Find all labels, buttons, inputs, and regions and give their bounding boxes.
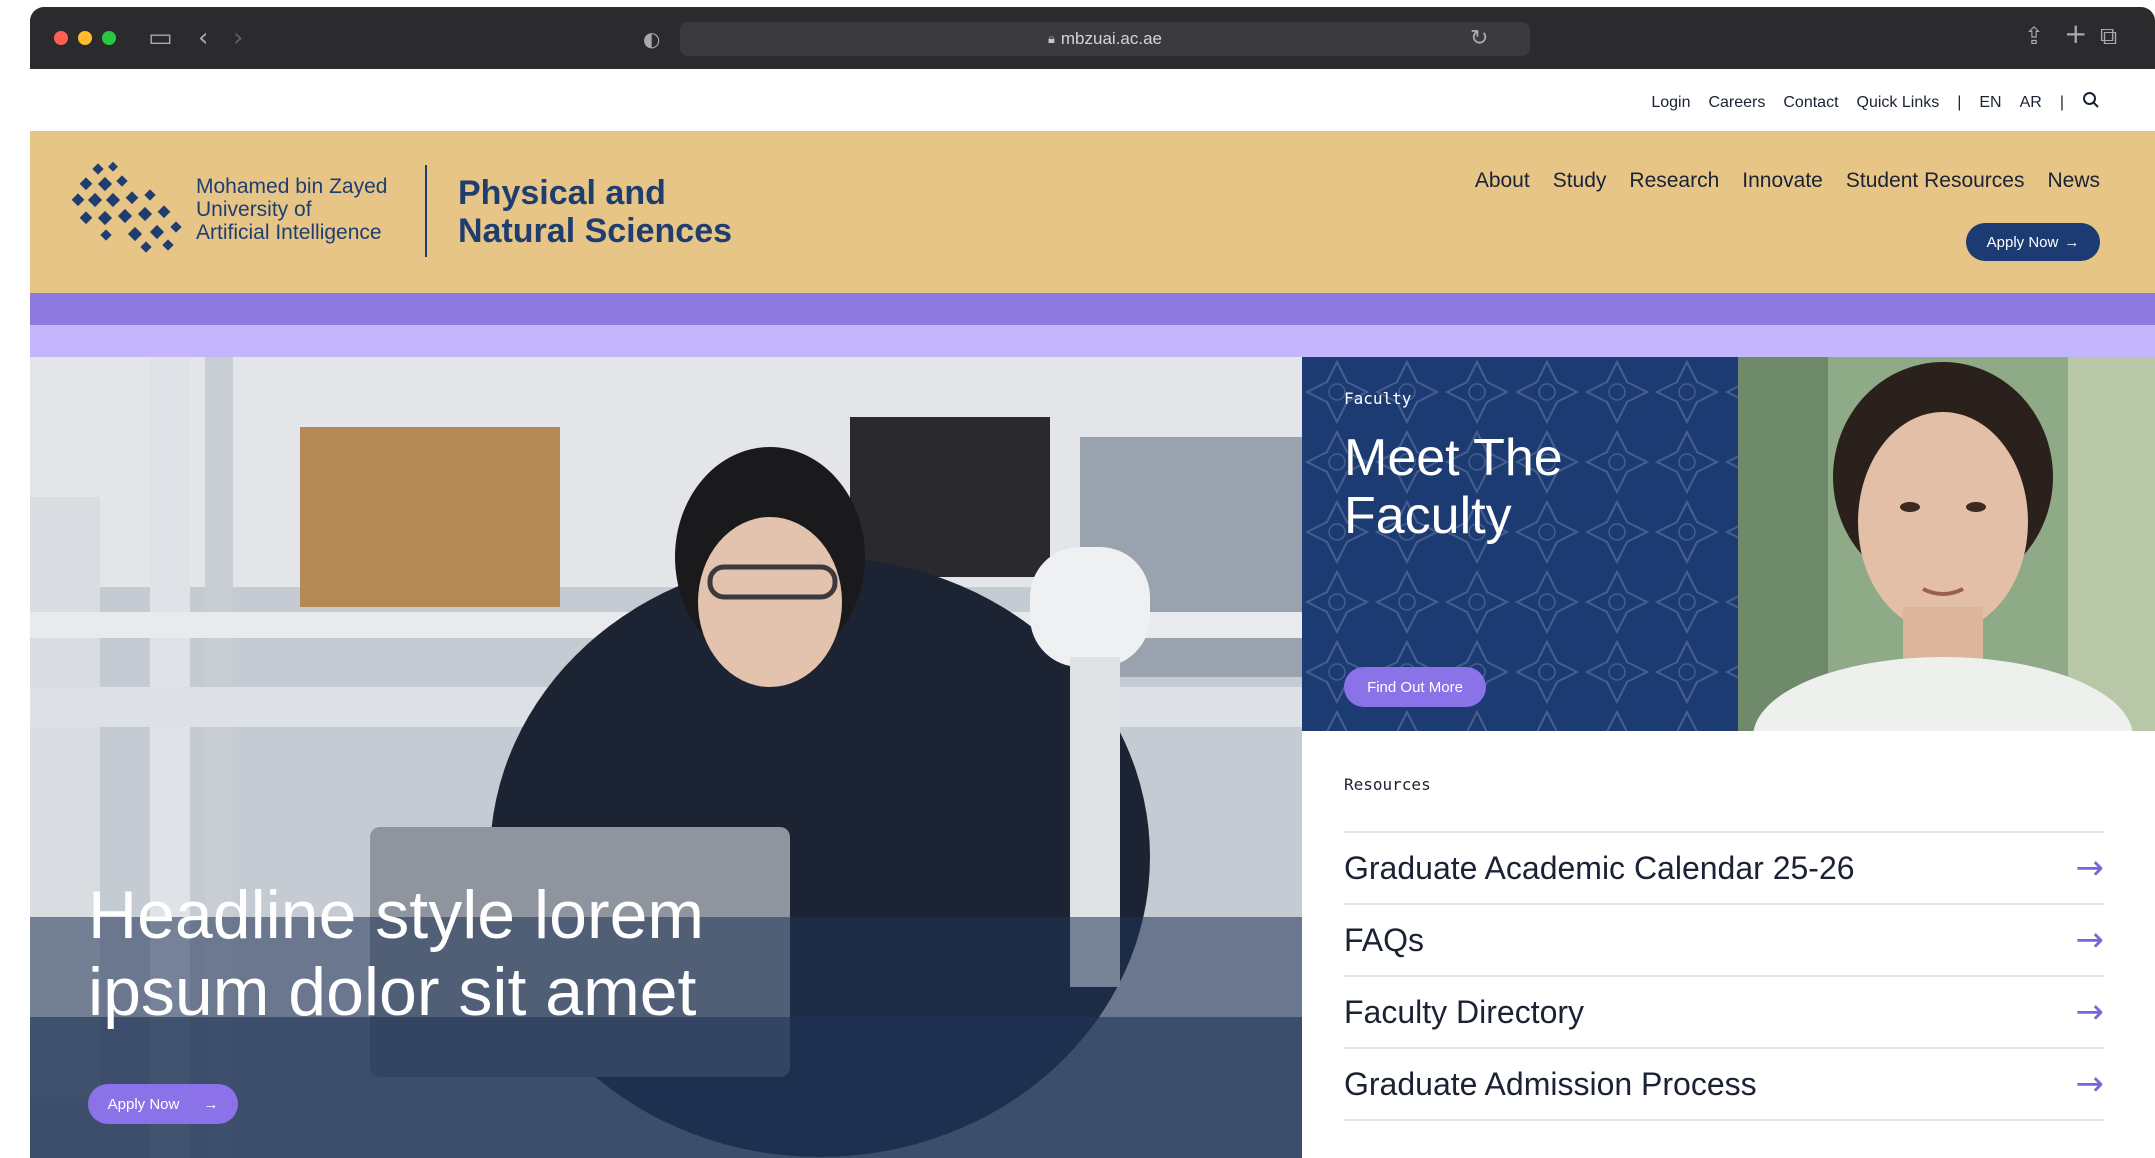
hero-banner: Headline style lorem ipsum dolor sit ame… [30,357,1302,1158]
arrow-right-icon: → [2075,848,2105,888]
new-tab-icon[interactable]: + [2064,20,2087,48]
browser-toolbar: ▭ ‹ › ◐ 🔒︎ mbzuai.ac.ae ↻ ⇪ + ⧉ [30,7,2155,69]
utility-link-careers[interactable]: Careers [1708,94,1765,112]
find-out-more-button[interactable]: Find Out More [1344,667,1486,707]
utility-link-login[interactable]: Login [1651,94,1690,112]
hero-image [30,357,1302,1158]
nav-item-innovate[interactable]: Innovate [1742,169,1823,193]
forward-arrow-icon[interactable]: › [233,25,243,51]
resources-list: Graduate Academic Calendar 25-26 → FAQs … [1344,831,2104,1121]
browser-window: ▭ ‹ › ◐ 🔒︎ mbzuai.ac.ae ↻ ⇪ + ⧉ Login Ca… [30,7,2155,1158]
nav-item-research[interactable]: Research [1629,169,1719,193]
utility-link-quick-links[interactable]: Quick Links [1857,94,1940,112]
site-header: Mohamed bin Zayed University of Artifici… [30,131,2155,293]
resource-link-faqs[interactable]: FAQs → [1344,905,2104,977]
mbzuai-logo-icon[interactable] [72,161,186,255]
privacy-shield-icon[interactable]: ◐ [643,26,660,52]
utility-bar: Login Careers Contact Quick Links | EN A… [30,69,2155,131]
share-icon[interactable]: ⇪ [2024,23,2044,49]
url-text: mbzuai.ac.ae [1060,29,1163,48]
meet-faculty-card[interactable]: Faculty Meet The Faculty Find Out More [1302,357,1738,731]
accent-stripe-light [30,325,2155,357]
utility-separator: | [2059,93,2064,111]
address-bar[interactable]: 🔒︎ mbzuai.ac.ae [680,22,1530,56]
hero-apply-now-button[interactable]: Apply Now → [88,1084,238,1124]
arrow-right-icon: → [2064,233,2080,251]
zoom-window-button[interactable] [102,31,116,45]
back-arrow-icon[interactable]: ‹ [198,25,208,51]
utility-link-contact[interactable]: Contact [1783,94,1838,112]
lock-icon: 🔒︎ [1047,31,1055,46]
logo-divider [425,165,427,257]
reload-icon[interactable]: ↻ [1470,26,1488,51]
resources-panel: Resources Graduate Academic Calendar 25-… [1302,731,2155,1158]
accent-stripe-dark [30,293,2155,325]
window-controls [54,31,116,45]
utility-separator: | [1957,93,1962,111]
nav-item-study[interactable]: Study [1553,169,1607,193]
arrow-right-icon: → [2075,1064,2105,1104]
hero-headline: Headline style lorem ipsum dolor sit ame… [88,877,705,1030]
university-name: Mohamed bin Zayed University of Artifici… [196,175,388,244]
language-en[interactable]: EN [1979,94,2001,112]
resources-eyebrow: Resources [1344,775,1431,794]
minimize-window-button[interactable] [78,31,92,45]
sidebar-toggle-icon[interactable]: ▭ [148,25,173,51]
arrow-right-icon: → [2075,920,2105,960]
resource-link-admission-process[interactable]: Graduate Admission Process → [1344,1049,2104,1121]
faculty-title: Meet The Faculty [1344,429,1563,545]
portrait-image [1738,357,2155,731]
language-ar[interactable]: AR [2020,94,2042,112]
tab-overview-icon[interactable]: ⧉ [2100,23,2117,49]
apply-now-button[interactable]: Apply Now → [1966,223,2100,261]
faculty-eyebrow: Faculty [1344,389,1412,408]
faculty-portrait [1738,357,2155,731]
resource-link-faculty-directory[interactable]: Faculty Directory → [1344,977,2104,1049]
close-window-button[interactable] [54,31,68,45]
arrow-right-icon: → [2075,992,2105,1032]
arrow-right-icon: → [203,1095,219,1113]
nav-item-news[interactable]: News [2047,169,2100,193]
department-name[interactable]: Physical and Natural Sciences [458,174,732,250]
main-nav: About Study Research Innovate Student Re… [1475,169,2100,193]
utility-nav: Login Careers Contact Quick Links | EN A… [1651,91,2100,114]
search-icon[interactable] [2082,91,2100,114]
resource-link-academic-calendar[interactable]: Graduate Academic Calendar 25-26 → [1344,833,2104,905]
nav-item-student-resources[interactable]: Student Resources [1846,169,2025,193]
nav-item-about[interactable]: About [1475,169,1530,193]
